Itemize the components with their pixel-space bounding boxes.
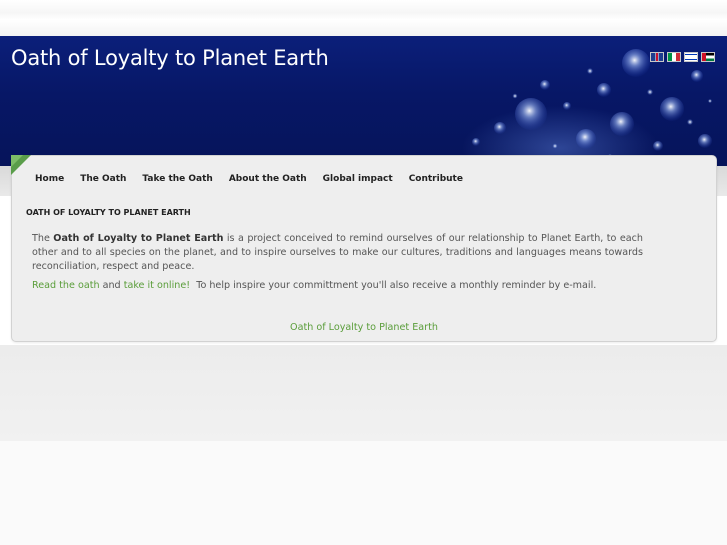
take-it-online-link[interactable]: take it online! <box>124 280 190 291</box>
site-title: Oath of Loyalty to Planet Earth <box>11 46 329 70</box>
top-strip <box>0 0 727 36</box>
nav-item-contribute[interactable]: Contribute <box>409 174 463 184</box>
corner-accent-inner <box>11 155 23 167</box>
flag-israel-icon[interactable] <box>684 52 698 62</box>
nav-item-the-oath[interactable]: The Oath <box>80 174 126 184</box>
language-flags <box>650 52 715 62</box>
main-content-panel: Home The Oath Take the Oath About the Oa… <box>11 155 717 342</box>
flag-italy-icon[interactable] <box>667 52 681 62</box>
intro-paragraph: The Oath of Loyalty to Planet Earth is a… <box>32 232 643 274</box>
footer-link-container: Oath of Loyalty to Planet Earth <box>12 322 716 333</box>
nav-item-about-the-oath[interactable]: About the Oath <box>229 174 307 184</box>
footer-home-link[interactable]: Oath of Loyalty to Planet Earth <box>290 322 438 333</box>
main-nav: Home The Oath Take the Oath About the Oa… <box>35 174 479 184</box>
nav-item-global-impact[interactable]: Global impact <box>323 174 393 184</box>
and-text: and <box>99 280 124 291</box>
flag-palestine-icon[interactable] <box>701 52 715 62</box>
lower-band <box>0 345 727 441</box>
flag-uk-icon[interactable] <box>650 52 664 62</box>
intro-prefix: The <box>32 233 54 244</box>
nav-item-home[interactable]: Home <box>35 174 64 184</box>
reminder-text: To help inspire your committment you'll … <box>190 280 597 291</box>
intro-bold-title: Oath of Loyalty to Planet Earth <box>53 233 224 244</box>
read-the-oath-link[interactable]: Read the oath <box>32 280 100 291</box>
section-title: Oath of Loyalty to Planet Earth <box>26 208 191 217</box>
call-to-action-line: Read the oath and take it online! To hel… <box>32 280 596 291</box>
site-header: Oath of Loyalty to Planet Earth <box>0 36 727 166</box>
page-bottom <box>0 441 727 545</box>
nav-item-take-the-oath[interactable]: Take the Oath <box>142 174 212 184</box>
